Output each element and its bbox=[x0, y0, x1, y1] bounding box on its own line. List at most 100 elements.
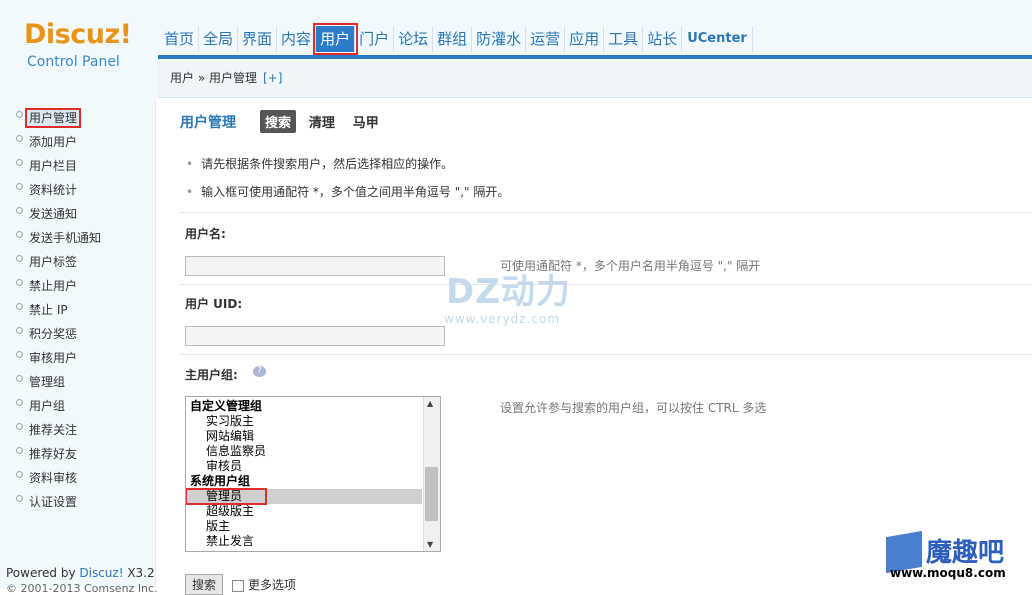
sidebar-item-label: 用户栏目 bbox=[29, 159, 78, 173]
list-option[interactable]: 实习版主 bbox=[186, 414, 440, 429]
nav-item-ucenter[interactable]: UCenter bbox=[682, 26, 753, 52]
sidebar-item-profile-stats[interactable]: 资料统计 bbox=[0, 178, 155, 202]
powered-prefix: Powered by bbox=[6, 566, 80, 580]
sidebar-item-label: 发送通知 bbox=[29, 207, 78, 221]
sidebar-item-label: 审核用户 bbox=[29, 351, 78, 365]
user-group-listbox[interactable]: 自定义管理组 实习版主 网站编辑 信息监察员 审核员 系统用户组 管理员 超级版… bbox=[185, 396, 441, 552]
help-icon[interactable]: ? bbox=[253, 366, 266, 377]
tip-1: • 请先根据条件搜索用户，然后选择相应的操作。 bbox=[186, 155, 453, 172]
sidebar-item-label: 推荐关注 bbox=[29, 423, 78, 437]
search-button[interactable]: 搜索 bbox=[185, 574, 224, 595]
sidebar-item-user-management[interactable]: 用户管理 bbox=[0, 106, 155, 130]
bullet-icon bbox=[16, 351, 23, 358]
more-options-label: 更多选项 bbox=[248, 578, 297, 592]
nav-item-portal[interactable]: 门户 bbox=[355, 26, 395, 52]
uid-input[interactable] bbox=[185, 326, 445, 346]
sidebar-item-credits[interactable]: 积分奖惩 bbox=[0, 322, 155, 346]
watermark-moqu: 魔趣吧 www.moqu8.com bbox=[886, 530, 1026, 582]
bullet-icon bbox=[16, 495, 23, 502]
list-option[interactable]: 审核员 bbox=[186, 459, 440, 474]
username-input[interactable] bbox=[185, 256, 445, 276]
main-content: 用户管理 搜索 清理 马甲 • 请先根据条件搜索用户，然后选择相应的操作。 • 输入… bbox=[158, 98, 1032, 595]
powered-by: Powered by Discuz! X3.2 bbox=[6, 566, 155, 580]
divider bbox=[180, 212, 1032, 213]
sidebar-item-label: 推荐好友 bbox=[29, 447, 78, 461]
list-option[interactable]: 网站编辑 bbox=[186, 429, 440, 444]
sidebar-item-label: 禁止 IP bbox=[29, 303, 68, 317]
nav-item-global[interactable]: 全局 bbox=[199, 26, 239, 52]
nav-item-home[interactable]: 首页 bbox=[160, 26, 200, 52]
sidebar-item-user-groups[interactable]: 用户组 bbox=[0, 394, 155, 418]
sidebar-item-user-columns[interactable]: 用户栏目 bbox=[0, 154, 155, 178]
breadcrumb-bar: 用户 » 用户管理 [+] bbox=[158, 59, 1032, 98]
sidebar-item-verify-settings[interactable]: 认证设置 bbox=[0, 490, 155, 514]
more-options-checkbox[interactable]: 更多选项 bbox=[232, 576, 296, 593]
tab-bar: 搜索 清理 马甲 bbox=[260, 110, 388, 133]
nav-item-apps[interactable]: 应用 bbox=[565, 26, 605, 52]
sidebar-item-label: 发送手机通知 bbox=[29, 231, 102, 245]
sidebar-item-admin-groups[interactable]: 管理组 bbox=[0, 370, 155, 394]
optgroup-label: 系统用户组 bbox=[190, 474, 251, 488]
list-option[interactable]: 超级版主 bbox=[186, 504, 440, 519]
sidebar-item-label: 管理组 bbox=[29, 375, 66, 389]
nav-item-tools[interactable]: 工具 bbox=[604, 26, 644, 52]
bullet-icon bbox=[16, 327, 23, 334]
logo-subtitle: Control Panel bbox=[27, 54, 120, 70]
bullet-icon bbox=[16, 375, 23, 382]
sidebar-item-label: 用户标签 bbox=[29, 255, 78, 269]
bullet-icon bbox=[16, 447, 23, 454]
bullet-icon bbox=[16, 471, 23, 478]
sidebar-item-user-tags[interactable]: 用户标签 bbox=[0, 250, 155, 274]
breadcrumb: 用户 » 用户管理 [+] bbox=[170, 69, 282, 86]
bullet-icon bbox=[16, 207, 23, 214]
nav-item-groups[interactable]: 群组 bbox=[433, 26, 473, 52]
sidebar-item-send-notice[interactable]: 发送通知 bbox=[0, 202, 155, 226]
listbox-scrollbar[interactable]: ▲ ▼ bbox=[423, 397, 440, 551]
bullet-icon bbox=[16, 423, 23, 430]
nav-item-forum[interactable]: 论坛 bbox=[394, 26, 434, 52]
add-shortcut-link[interactable]: [+] bbox=[263, 71, 282, 85]
sidebar-item-label: 认证设置 bbox=[29, 495, 78, 509]
scroll-down-icon[interactable]: ▼ bbox=[427, 540, 433, 549]
optgroup-label: 自定义管理组 bbox=[190, 399, 263, 413]
page-title: 用户管理 bbox=[180, 115, 236, 131]
bullet-icon bbox=[16, 303, 23, 310]
sidebar-item-send-sms[interactable]: 发送手机通知 bbox=[0, 226, 155, 250]
list-option[interactable]: 信息监察员 bbox=[186, 444, 440, 459]
nav-item-content[interactable]: 内容 bbox=[277, 26, 317, 52]
sidebar-item-recommend-friends[interactable]: 推荐好友 bbox=[0, 442, 155, 466]
divider bbox=[180, 284, 1032, 285]
tab-sockpuppet[interactable]: 马甲 bbox=[348, 110, 384, 133]
sidebar-item-ban-user[interactable]: 禁止用户 bbox=[0, 274, 155, 298]
list-option-selected[interactable]: 管理员 bbox=[186, 488, 267, 505]
list-option[interactable]: 禁止发言 bbox=[186, 534, 440, 549]
tip-text: 输入框可使用通配符 *，多个值之间用半角逗号 "," 隔开。 bbox=[201, 185, 510, 199]
username-label: 用户名: bbox=[185, 227, 226, 241]
powered-version: X3.2 bbox=[123, 566, 155, 580]
sidebar-item-recommend-follow[interactable]: 推荐关注 bbox=[0, 418, 155, 442]
powered-brand-link[interactable]: Discuz! bbox=[79, 566, 123, 580]
tab-clean[interactable]: 清理 bbox=[304, 110, 340, 133]
scroll-thumb[interactable] bbox=[425, 467, 438, 521]
sidebar-item-label: 禁止用户 bbox=[29, 279, 78, 293]
logo[interactable]: Discuz! Control Panel bbox=[0, 0, 158, 100]
bullet-icon: • bbox=[186, 185, 194, 199]
list-option[interactable]: 版主 bbox=[186, 519, 440, 534]
bullet-icon bbox=[16, 399, 23, 406]
group-label: 主用户组: bbox=[185, 368, 238, 382]
sidebar-item-profile-review[interactable]: 资料审核 bbox=[0, 466, 155, 490]
sidebar-item-moderate-users[interactable]: 审核用户 bbox=[0, 346, 155, 370]
bullet-icon: • bbox=[186, 157, 194, 171]
checkbox-icon[interactable] bbox=[232, 579, 244, 592]
bullet-icon bbox=[16, 231, 23, 238]
sidebar-item-ban-ip[interactable]: 禁止 IP bbox=[0, 298, 155, 322]
nav-item-webmaster[interactable]: 站长 bbox=[643, 26, 683, 52]
tab-search[interactable]: 搜索 bbox=[260, 110, 297, 133]
nav-item-operations[interactable]: 运营 bbox=[526, 26, 566, 52]
nav-item-interface[interactable]: 界面 bbox=[238, 26, 278, 52]
nav-item-users[interactable]: 用户 bbox=[313, 23, 359, 55]
nav-item-antispam[interactable]: 防灌水 bbox=[472, 26, 527, 52]
sidebar-item-add-user[interactable]: 添加用户 bbox=[0, 130, 155, 154]
scroll-up-icon[interactable]: ▲ bbox=[427, 399, 433, 408]
logo-brand: Discuz! bbox=[24, 19, 132, 50]
